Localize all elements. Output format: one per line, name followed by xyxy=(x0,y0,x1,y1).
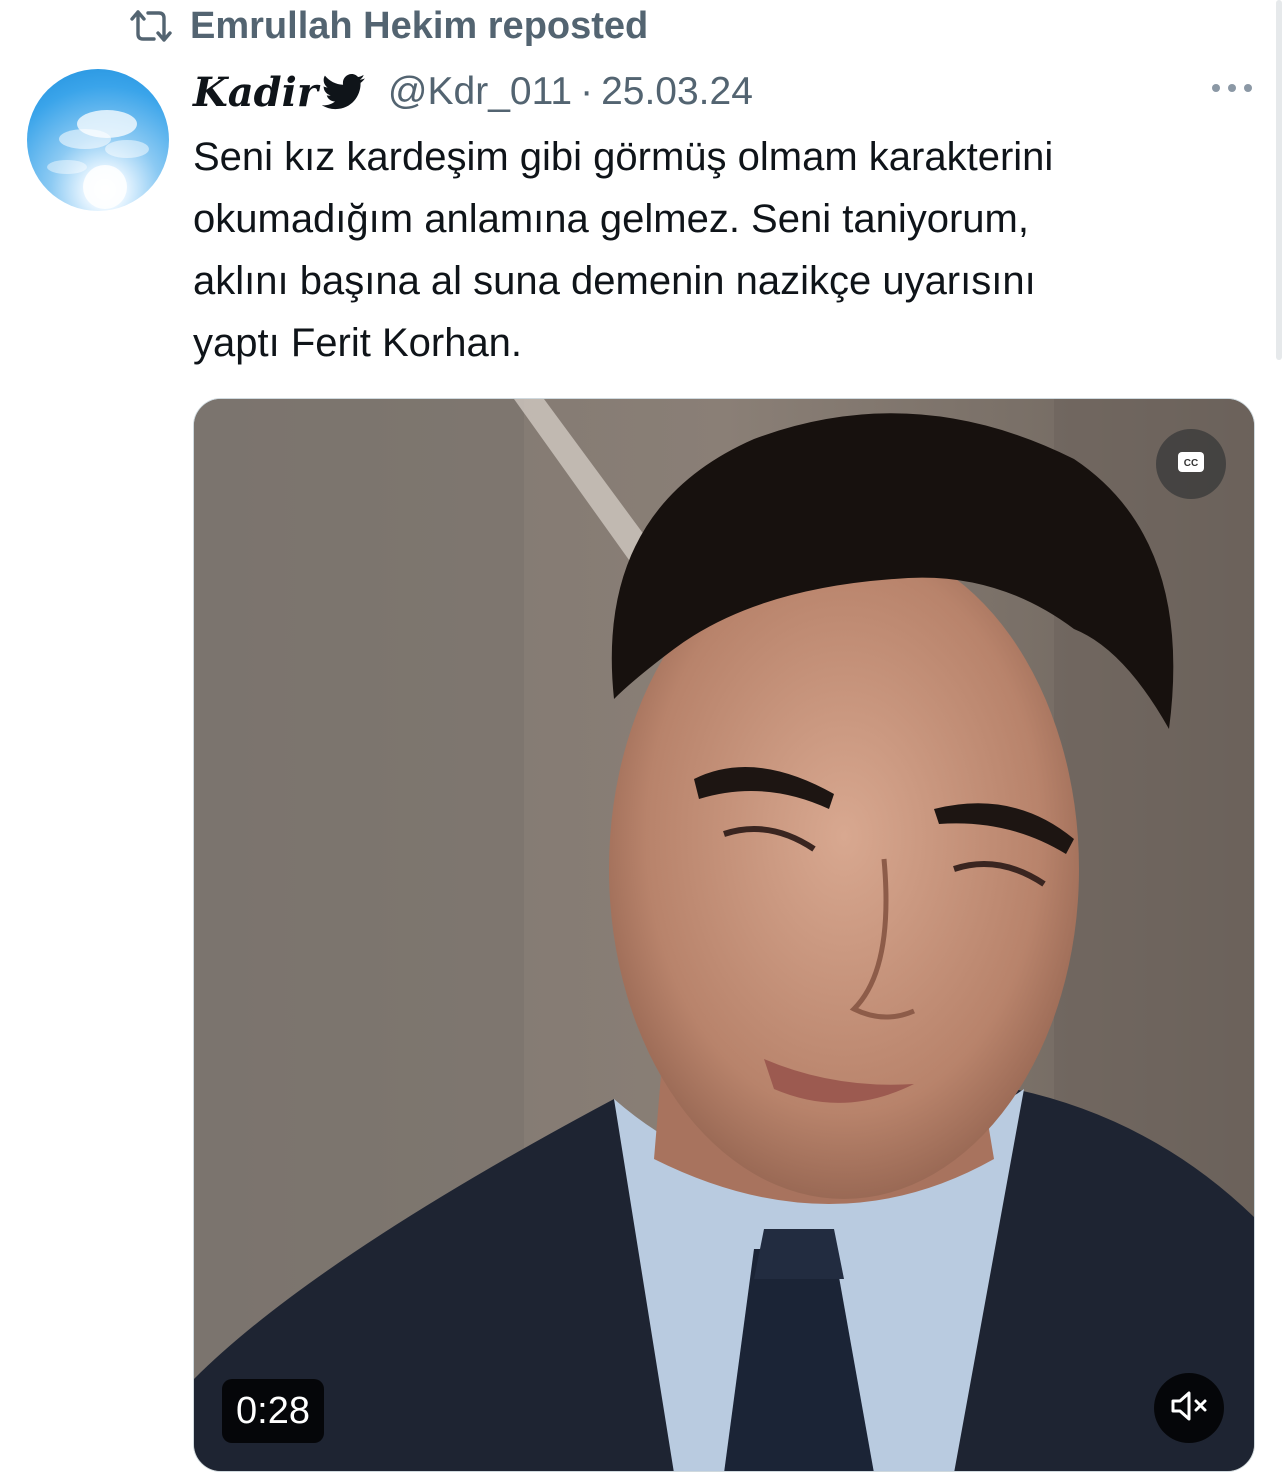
tweet-date[interactable]: 25.03.24 xyxy=(601,70,753,114)
captions-button[interactable]: CC xyxy=(1156,429,1226,499)
captions-label: CC xyxy=(1184,458,1198,469)
meta-separator: · xyxy=(580,70,594,113)
repost-header: Emrullah Hekim reposted xyxy=(130,2,648,50)
more-options-icon xyxy=(1210,81,1254,99)
twitter-bird-icon xyxy=(321,74,366,110)
mute-toggle-button[interactable] xyxy=(1154,1373,1224,1443)
more-options-button[interactable] xyxy=(1204,68,1260,112)
tweet-text: Seni kız kardeşim gibi görmüş olmam kara… xyxy=(193,135,1054,365)
closed-captions-icon: CC xyxy=(1177,451,1205,478)
avatar[interactable] xyxy=(27,69,169,211)
muted-speaker-icon xyxy=(1170,1390,1208,1427)
author-handle[interactable]: @Kdr_011 xyxy=(388,70,572,114)
page-scrollbar[interactable] xyxy=(1276,0,1282,360)
author-name[interactable]: Kadir xyxy=(193,69,318,116)
video-frame xyxy=(194,399,1254,1471)
repost-label[interactable]: Emrullah Hekim reposted xyxy=(190,5,648,48)
video-duration: 0:28 xyxy=(222,1379,324,1443)
tweet-header: Kadir @Kdr_011 · 25.03.24 xyxy=(193,62,1284,122)
repost-icon xyxy=(130,8,172,44)
video-player[interactable]: CC 0:28 xyxy=(193,398,1255,1472)
